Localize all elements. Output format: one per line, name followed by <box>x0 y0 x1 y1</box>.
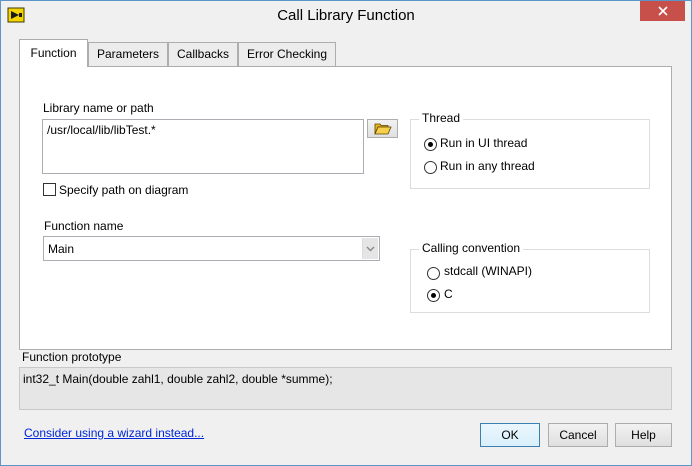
close-icon <box>657 6 668 16</box>
function-name-label: Function name <box>44 219 124 233</box>
function-tab-page: Library name or path /usr/local/lib/libT… <box>19 66 672 350</box>
cancel-button[interactable]: Cancel <box>548 423 608 447</box>
library-name-label: Library name or path <box>43 101 154 115</box>
combo-dropdown-button[interactable] <box>362 238 378 259</box>
tab-parameters[interactable]: Parameters <box>88 42 168 66</box>
thread-group-title: Thread <box>419 111 464 125</box>
tab-function[interactable]: Function <box>19 39 88 67</box>
run-any-thread-label: Run in any thread <box>440 159 535 173</box>
close-button[interactable] <box>640 1 685 21</box>
library-path-input[interactable]: /usr/local/lib/libTest.* <box>42 119 364 174</box>
prototype-display: int32_t Main(double zahl1, double zahl2,… <box>19 367 672 410</box>
tab-error-checking[interactable]: Error Checking <box>238 42 336 66</box>
run-any-thread-radio[interactable] <box>424 161 437 174</box>
calling-convention-group: Calling convention stdcall (WINAPI) C <box>410 241 650 313</box>
window-title: Call Library Function <box>277 7 415 24</box>
dialog-window: Call Library Function Function Parameter… <box>0 0 692 466</box>
stdcall-radio[interactable] <box>427 267 440 280</box>
function-name-value: Main <box>48 242 75 256</box>
stdcall-label: stdcall (WINAPI) <box>444 264 533 278</box>
thread-group: Thread Run in UI thread Run in any threa… <box>410 111 650 189</box>
run-ui-thread-radio[interactable] <box>424 138 437 151</box>
calling-convention-title: Calling convention <box>419 241 524 255</box>
tab-callbacks[interactable]: Callbacks <box>168 42 238 66</box>
function-name-combo[interactable]: Main <box>43 236 380 261</box>
c-convention-label: C <box>444 287 453 301</box>
prototype-label: Function prototype <box>22 350 122 364</box>
help-button[interactable]: Help <box>615 423 672 447</box>
ok-button[interactable]: OK <box>480 423 540 447</box>
folder-open-icon <box>373 123 392 135</box>
wizard-link[interactable]: Consider using a wizard instead... <box>24 426 204 440</box>
title-bar: Call Library Function <box>1 1 691 32</box>
specify-path-label: Specify path on diagram <box>59 183 189 197</box>
c-convention-radio[interactable] <box>427 289 440 302</box>
run-ui-thread-label: Run in UI thread <box>440 136 528 150</box>
specify-path-checkbox[interactable] <box>43 183 56 196</box>
chevron-down-icon <box>366 246 375 251</box>
browse-button[interactable] <box>367 119 398 138</box>
